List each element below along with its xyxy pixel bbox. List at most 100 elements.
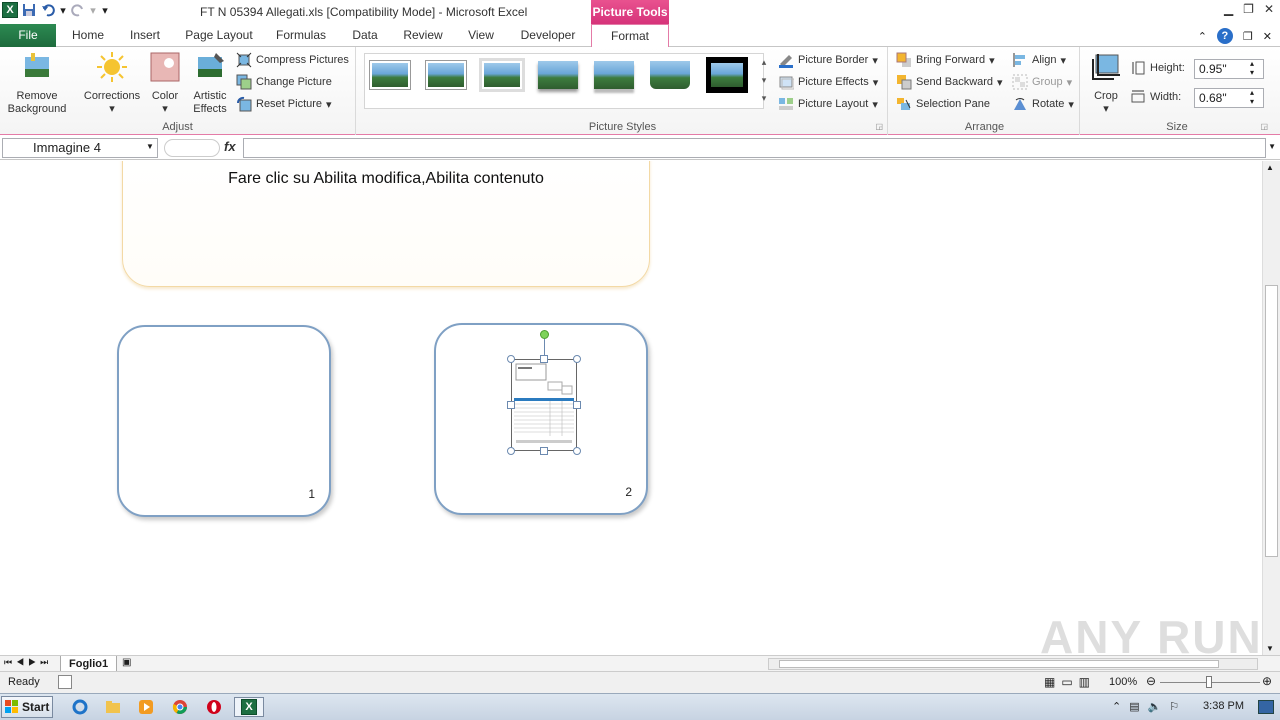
- doc-restore-icon[interactable]: ❐: [1243, 30, 1253, 43]
- style-thumb-6[interactable]: [648, 57, 692, 93]
- sun-icon: [97, 52, 127, 82]
- ie-icon[interactable]: [70, 698, 90, 716]
- tab-format[interactable]: Format: [591, 24, 669, 48]
- picture-layout-button[interactable]: Picture Layout ▾: [778, 95, 878, 113]
- tab-home[interactable]: Home: [60, 24, 116, 47]
- explorer-folder-icon[interactable]: [103, 698, 123, 716]
- close-icon[interactable]: ✕: [1264, 2, 1274, 16]
- excel-taskbar-icon[interactable]: X: [234, 697, 264, 717]
- name-box-dropdown-icon[interactable]: ▼: [146, 142, 154, 151]
- save-icon[interactable]: [21, 2, 37, 18]
- resize-handle-tl[interactable]: [507, 355, 515, 363]
- sheet-tab-foglio1[interactable]: Foglio1: [60, 656, 118, 672]
- height-spinner-icon[interactable]: ▴ ▾: [1250, 59, 1254, 77]
- doc-close-icon[interactable]: ✕: [1263, 30, 1272, 43]
- tab-developer[interactable]: Developer: [512, 24, 584, 47]
- resize-handle-r[interactable]: [573, 401, 581, 409]
- styles-gallery-scroll[interactable]: ▴ ▾ ▾: [758, 53, 770, 109]
- selected-picture-immagine-4[interactable]: [511, 359, 577, 451]
- resize-handle-br[interactable]: [573, 447, 581, 455]
- compress-pictures-button[interactable]: Compress Pictures: [236, 51, 349, 69]
- minimize-icon[interactable]: ▁: [1224, 2, 1233, 16]
- style-thumb-7[interactable]: [706, 57, 748, 93]
- picture-effects-button[interactable]: Picture Effects ▾: [778, 73, 878, 91]
- scroll-up-icon[interactable]: ▲: [1266, 163, 1274, 172]
- tab-review[interactable]: Review: [396, 24, 450, 47]
- style-thumb-3[interactable]: [480, 57, 524, 93]
- send-backward-button[interactable]: Send Backward ▾: [896, 73, 1003, 91]
- vertical-scroll-thumb[interactable]: [1265, 285, 1278, 557]
- color-button[interactable]: Color ▾: [146, 51, 184, 116]
- formula-input[interactable]: [243, 138, 1266, 158]
- tab-file[interactable]: File: [0, 24, 56, 47]
- resize-handle-b[interactable]: [540, 447, 548, 455]
- system-tray-icons[interactable]: ⌃▤🔈⚐: [1112, 700, 1187, 713]
- start-button[interactable]: Start: [1, 696, 53, 718]
- bring-forward-button[interactable]: Bring Forward ▾: [896, 51, 995, 69]
- redo-dropdown-icon[interactable]: ▾: [89, 2, 97, 18]
- picture-border-button[interactable]: Picture Border ▾: [778, 51, 878, 69]
- show-desktop-icon[interactable]: [1258, 700, 1274, 714]
- zoom-out-icon[interactable]: ⊖: [1146, 674, 1156, 688]
- restore-icon[interactable]: ❐: [1243, 2, 1254, 16]
- style-thumb-1[interactable]: [368, 57, 412, 93]
- formula-bar-handle[interactable]: [164, 139, 220, 157]
- zoom-in-icon[interactable]: ⊕: [1262, 674, 1272, 688]
- size-launcher-icon[interactable]: ◲: [1260, 122, 1268, 131]
- view-mode-icons[interactable]: ▦▭▥: [1044, 675, 1096, 689]
- resize-handle-bl[interactable]: [507, 447, 515, 455]
- tab-data[interactable]: Data: [342, 24, 388, 47]
- macro-record-icon[interactable]: [58, 675, 72, 689]
- sheet-nav-icons[interactable]: ⏮◀▶⏭: [4, 657, 52, 668]
- rotation-handle[interactable]: [540, 330, 549, 339]
- corrections-button[interactable]: Corrections ▾: [80, 51, 144, 116]
- redo-icon[interactable]: [70, 2, 86, 18]
- tab-formulas[interactable]: Formulas: [268, 24, 334, 47]
- worksheet-area[interactable]: Fare clic su Abilita modifica,Abilita co…: [0, 161, 1262, 655]
- group-button[interactable]: Group ▾: [1012, 73, 1072, 91]
- expand-formula-bar-icon[interactable]: ▼: [1268, 142, 1276, 151]
- height-label: Height:: [1150, 62, 1185, 74]
- picture-styles-launcher-icon[interactable]: ◲: [875, 122, 883, 131]
- change-picture-button[interactable]: Change Picture: [236, 73, 332, 91]
- tab-page-layout[interactable]: Page Layout: [180, 24, 258, 47]
- insert-function-icon[interactable]: fx: [224, 139, 236, 154]
- remove-background-button[interactable]: Remove Background: [4, 51, 70, 116]
- undo-dropdown-icon[interactable]: ▾: [59, 2, 67, 18]
- resize-handle-l[interactable]: [507, 401, 515, 409]
- tab-insert[interactable]: Insert: [120, 24, 170, 47]
- enable-content-banner-shape[interactable]: Fare clic su Abilita modifica,Abilita co…: [122, 161, 650, 287]
- zoom-level[interactable]: 100%: [1109, 676, 1137, 688]
- customize-qat-icon[interactable]: ▾: [100, 2, 110, 18]
- excel-logo-icon[interactable]: X: [2, 2, 18, 18]
- selection-pane-button[interactable]: Selection Pane: [896, 95, 990, 113]
- reset-picture-button[interactable]: Reset Picture ▾: [236, 95, 332, 113]
- width-spinner-icon[interactable]: ▴ ▾: [1250, 88, 1254, 106]
- title-bar: X ▾ ▾ ▾ FT N 05394 Allegati.xls [Compati…: [0, 0, 1280, 24]
- resize-handle-tr[interactable]: [573, 355, 581, 363]
- align-button[interactable]: Align ▾: [1012, 51, 1066, 69]
- opera-icon[interactable]: [204, 698, 224, 716]
- style-thumb-2[interactable]: [424, 57, 468, 93]
- media-player-icon[interactable]: [136, 698, 156, 716]
- resize-handle-t[interactable]: [540, 355, 548, 363]
- change-picture-icon: [236, 74, 252, 90]
- artistic-effects-button[interactable]: Artistic Effects: [188, 51, 232, 116]
- start-label: Start: [22, 700, 50, 714]
- help-icon[interactable]: ?: [1216, 28, 1233, 44]
- minimize-ribbon-icon[interactable]: ⌃: [1198, 30, 1207, 43]
- zoom-slider-knob[interactable]: [1206, 676, 1212, 688]
- crop-button[interactable]: Crop ▾: [1086, 51, 1126, 116]
- remove-background-label-2: Background: [7, 103, 67, 115]
- insert-sheet-icon[interactable]: ▣: [122, 657, 131, 668]
- style-thumb-5[interactable]: [592, 57, 636, 93]
- rotate-button[interactable]: Rotate ▾: [1012, 95, 1074, 113]
- name-box[interactable]: Immagine 4: [2, 138, 158, 158]
- tab-view[interactable]: View: [458, 24, 504, 47]
- style-thumb-4[interactable]: [536, 57, 580, 93]
- chrome-icon[interactable]: [170, 698, 190, 716]
- vertical-scrollbar[interactable]: ▲ ▼: [1262, 161, 1280, 655]
- scroll-down-icon[interactable]: ▼: [1266, 644, 1274, 653]
- undo-icon[interactable]: [40, 2, 56, 18]
- placeholder-card-1[interactable]: 1: [117, 325, 331, 517]
